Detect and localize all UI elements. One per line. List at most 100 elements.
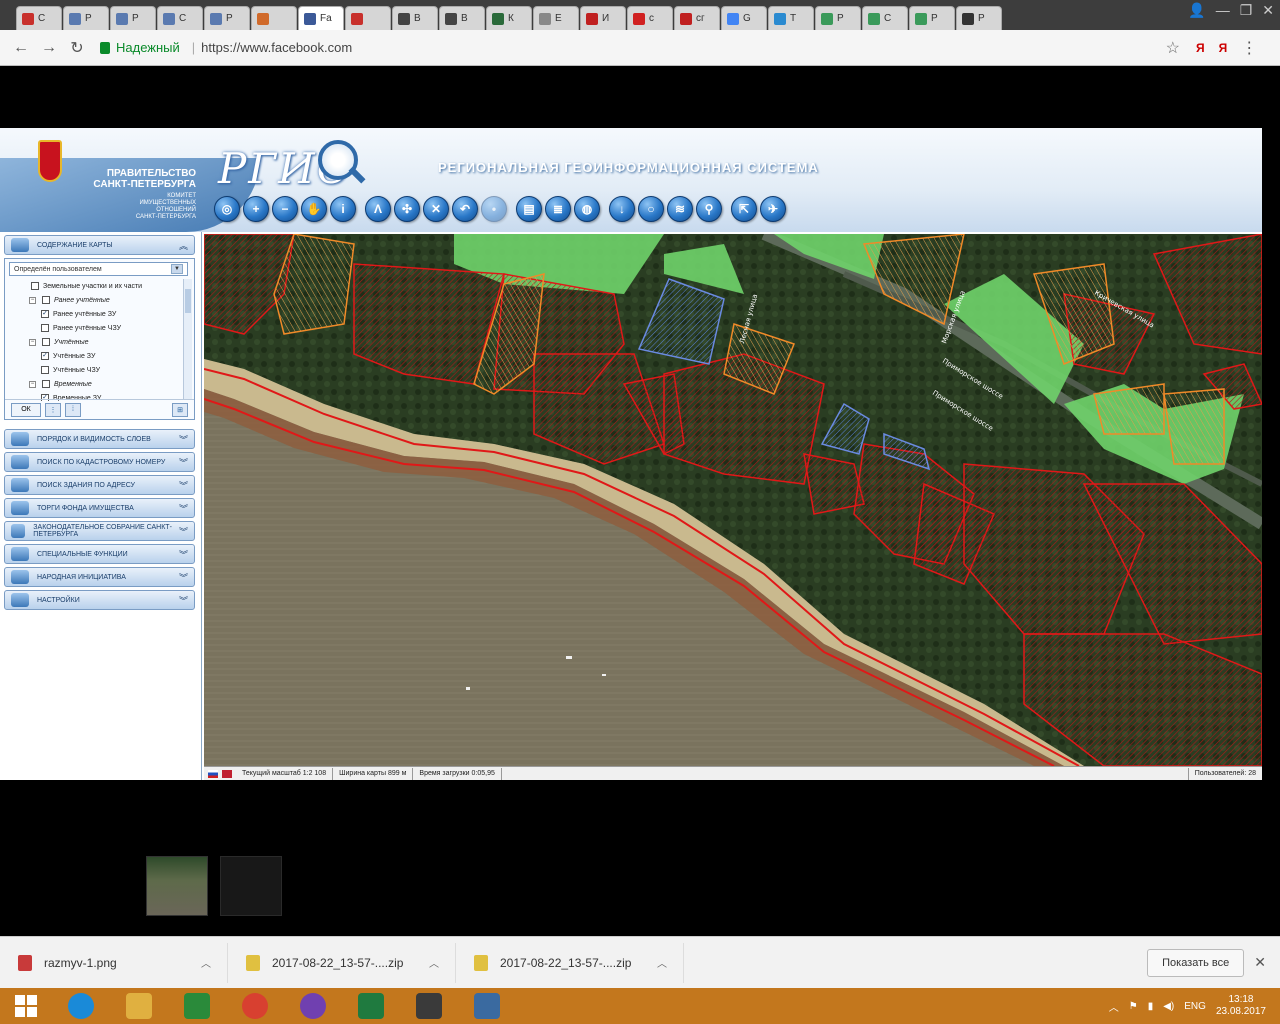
sidebar-panel[interactable]: НАСТРОЙКИ ︾ (4, 590, 195, 610)
layer-tree-item[interactable]: − Ранее учтённые (5, 293, 191, 307)
browser-tab[interactable]: С (862, 6, 908, 30)
chevron-up-icon[interactable]: ︽ (179, 239, 188, 252)
collapse-icon[interactable]: − (29, 380, 36, 388)
layer-tree-item[interactable]: ✓ Ранее учтённые ЗУ (5, 307, 191, 321)
browser-tab[interactable]: С (157, 6, 203, 30)
download-item[interactable]: razmyv-1.png ︿ (0, 942, 228, 983)
list-tool-icon[interactable]: ≣ (545, 196, 571, 222)
taskbar-app-store[interactable] (168, 988, 226, 1024)
layer-tree-item[interactable]: Учтённые ЧЗУ (5, 363, 191, 377)
back-button[interactable]: ← (10, 39, 32, 57)
language-indicator[interactable]: ENG (1184, 1001, 1206, 1012)
comment-tool-icon[interactable]: ○ (638, 196, 664, 222)
layer-checkbox[interactable] (42, 296, 50, 304)
layer-checkbox[interactable]: ✓ (41, 310, 49, 318)
network-icon[interactable]: ▮ (1148, 1001, 1154, 1012)
measure-tool-icon[interactable]: Λ (365, 196, 391, 222)
chevron-down-icon[interactable]: ︾ (179, 479, 188, 492)
download-tool-icon[interactable]: ↓ (609, 196, 635, 222)
plane-tool-icon[interactable]: ✈ (760, 196, 786, 222)
collapse-icon[interactable]: − (29, 296, 36, 304)
start-button[interactable] (0, 988, 52, 1024)
browser-tab[interactable] (251, 6, 297, 30)
disabled-tool-icon[interactable]: • (481, 196, 507, 222)
yandex-extension-icon[interactable]: Я (1219, 41, 1228, 55)
ok-button[interactable]: ОК (11, 402, 41, 417)
layer-checkbox[interactable] (42, 380, 50, 388)
zoom-in-tool-icon[interactable]: + (243, 196, 269, 222)
chevron-down-icon[interactable]: ︾ (179, 433, 188, 446)
chevron-up-icon[interactable]: ︿ (201, 955, 211, 970)
layer-tree-scrollbar[interactable] (183, 279, 192, 399)
browser-tab[interactable]: И (580, 6, 626, 30)
thumbnail-image[interactable] (220, 856, 282, 916)
sidebar-panel[interactable]: ТОРГИ ФОНДА ИМУЩЕСТВА ︾ (4, 498, 195, 518)
browser-tab[interactable]: Т (768, 6, 814, 30)
browser-tab[interactable]: С (16, 6, 62, 30)
reload-button[interactable]: ↻ (66, 38, 88, 58)
chevron-down-icon[interactable]: ︾ (179, 548, 188, 561)
download-item[interactable]: 2017-08-22_13-57-....zip ︿ (228, 942, 456, 983)
sidebar-panel[interactable]: ЗАКОНОДАТЕЛЬНОЕ СОБРАНИЕ САНКТ-ПЕТЕРБУРГ… (4, 521, 195, 541)
collapse-icon[interactable]: − (29, 338, 36, 346)
taskbar-app-chrome[interactable] (226, 988, 284, 1024)
browser-tab[interactable]: Р (204, 6, 250, 30)
chevron-down-icon[interactable]: ︾ (179, 571, 188, 584)
sidebar-panel[interactable]: ПОИСК ЗДАНИЯ ПО АДРЕСУ ︾ (4, 475, 195, 495)
chevron-down-icon[interactable]: ︾ (179, 456, 188, 469)
yandex-extension-icon[interactable]: Я (1196, 41, 1205, 55)
restore-button[interactable]: ❐ (1240, 2, 1253, 19)
chevron-down-icon[interactable]: ︾ (179, 594, 188, 607)
taskbar-app-explorer[interactable] (110, 988, 168, 1024)
taskbar-app-photos[interactable] (458, 988, 516, 1024)
bookmark-star-icon[interactable]: ☆ (1166, 38, 1180, 58)
chevron-up-icon[interactable]: ︿ (429, 955, 439, 970)
zoom-out-tool-icon[interactable]: − (272, 196, 298, 222)
browser-menu-icon[interactable]: ⋮ (1241, 38, 1257, 58)
browser-tab[interactable]: G (721, 6, 767, 30)
download-item[interactable]: 2017-08-22_13-57-....zip ︿ (456, 942, 684, 983)
layer-checkbox[interactable] (31, 282, 39, 290)
browser-tab[interactable]: Р (110, 6, 156, 30)
layer-tree-item[interactable]: Земельные участки и их части (5, 279, 191, 293)
expand-tree-icon[interactable]: ⋮ (45, 402, 61, 417)
layer-settings-icon[interactable]: ⊞ (172, 402, 188, 417)
close-icon[interactable]: ✕ (1254, 954, 1266, 971)
flag-ru-icon[interactable] (208, 769, 218, 778)
pan-tool-icon[interactable]: ✋ (301, 196, 327, 222)
show-all-button[interactable]: Показать все (1147, 948, 1245, 977)
chevron-down-icon[interactable]: ︾ (179, 502, 188, 515)
volume-icon[interactable]: ◀) (1163, 1001, 1174, 1012)
sidebar-panel[interactable]: СПЕЦИАЛЬНЫЕ ФУНКЦИИ ︾ (4, 544, 195, 564)
rss-tool-icon[interactable]: ≋ (667, 196, 693, 222)
close-button[interactable]: ✕ (1262, 2, 1274, 19)
flag-en-icon[interactable] (222, 769, 232, 778)
taskbar-app-viber[interactable] (284, 988, 342, 1024)
browser-tab[interactable] (345, 6, 391, 30)
layer-preset-select[interactable]: Определён пользователем ▼ (9, 262, 188, 276)
layer-tree-item[interactable]: − Учтённые (5, 335, 191, 349)
panel-map-content[interactable]: СОДЕРЖАНИЕ КАРТЫ ︽ (4, 235, 195, 255)
browser-tab[interactable]: с (627, 6, 673, 30)
collapse-tree-icon[interactable]: ⁞ (65, 402, 81, 417)
sidebar-panel[interactable]: ПОРЯДОК И ВИДИМОСТЬ СЛОЕВ ︾ (4, 429, 195, 449)
browser-tab[interactable]: К (486, 6, 532, 30)
browser-tab[interactable]: Р (956, 6, 1002, 30)
pin-tool-icon[interactable]: ⚲ (696, 196, 722, 222)
select-tool-icon[interactable]: ✣ (394, 196, 420, 222)
globe-tool-icon[interactable]: ◎ (214, 196, 240, 222)
taskbar-app-notepad[interactable] (400, 988, 458, 1024)
print-tool-icon[interactable]: ▤ (516, 196, 542, 222)
taskbar-app-excel[interactable] (342, 988, 400, 1024)
layer-tree-item[interactable]: ✓ Учтённые ЗУ (5, 349, 191, 363)
url-input[interactable]: Надежный | https://www.facebook.com ☆ (100, 35, 1180, 61)
export-tool-icon[interactable]: ⇱ (731, 196, 757, 222)
globe2-tool-icon[interactable]: ◍ (574, 196, 600, 222)
browser-tab[interactable]: Р (63, 6, 109, 30)
browser-tab[interactable]: Р (815, 6, 861, 30)
clear-tool-icon[interactable]: ✕ (423, 196, 449, 222)
map-canvas[interactable]: Приморское шоссе Приморское шоссе Кричев… (204, 234, 1262, 766)
chevron-up-icon[interactable]: ︿ (657, 955, 667, 970)
browser-tab[interactable]: Р (909, 6, 955, 30)
scrollbar-thumb[interactable] (185, 289, 191, 313)
